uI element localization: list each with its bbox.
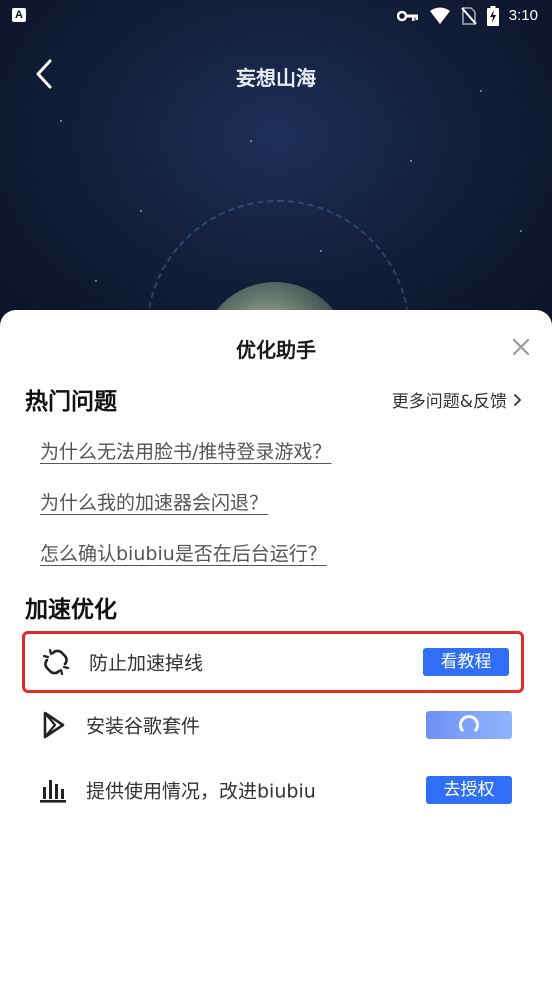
page-title: 妄想山海: [236, 66, 316, 90]
no-sim-icon: [461, 7, 477, 25]
battery-charging-icon: [486, 6, 499, 26]
status-icons: 3:10: [396, 6, 538, 26]
sheet-title: 优化助手: [236, 338, 316, 362]
bar-chart-icon: [40, 780, 66, 803]
more-questions-label: 更多问题&反馈: [391, 392, 507, 412]
key-icon: [396, 10, 418, 22]
option-row-prevent-disconnect: 防止加速掉线 看教程: [22, 631, 524, 693]
view-tutorial-button[interactable]: 看教程: [423, 648, 509, 676]
option-label: 防止加速掉线: [89, 652, 204, 675]
screen: A 3:10 妄想山海 优化助手 热门问题 更多问题&反馈 为什么无法用脸书/推…: [0, 0, 552, 981]
broken-link-icon: [42, 648, 70, 676]
option-row-install-google-suite: 安装谷歌套件: [22, 696, 524, 754]
status-bar: A 3:10: [0, 0, 552, 32]
authorize-button[interactable]: 去授权: [426, 776, 512, 804]
faq-link-facebook-twitter-login[interactable]: 为什么无法用脸书/推特登录游戏？: [40, 437, 331, 464]
faq-link-crash[interactable]: 为什么我的加速器会闪退？: [40, 488, 268, 515]
install-loading-button[interactable]: [426, 711, 512, 739]
option-label: 安装谷歌套件: [86, 715, 201, 738]
chevron-right-icon: [513, 393, 522, 406]
option-row-usage-authorization: 提供使用情况，改进biubiu 去授权: [22, 761, 524, 819]
app-notification-icon: A: [12, 8, 26, 22]
wifi-icon: [429, 7, 450, 24]
optimization-sheet: 优化助手 热门问题 更多问题&反馈 为什么无法用脸书/推特登录游戏？ 为什么我的…: [0, 310, 552, 981]
optimization-title: 加速优化: [25, 597, 117, 623]
more-questions-link[interactable]: 更多问题&反馈: [392, 387, 522, 412]
loading-spinner-icon: [459, 715, 479, 735]
play-triangle-icon: [43, 711, 65, 739]
hot-questions-title: 热门问题: [25, 389, 117, 415]
header: 妄想山海: [0, 50, 552, 98]
close-icon[interactable]: [512, 338, 530, 356]
clock: 3:10: [508, 7, 538, 24]
option-label: 提供使用情况，改进biubiu: [86, 780, 316, 803]
faq-link-background-running[interactable]: 怎么确认biubiu是否在后台运行？: [40, 539, 327, 566]
